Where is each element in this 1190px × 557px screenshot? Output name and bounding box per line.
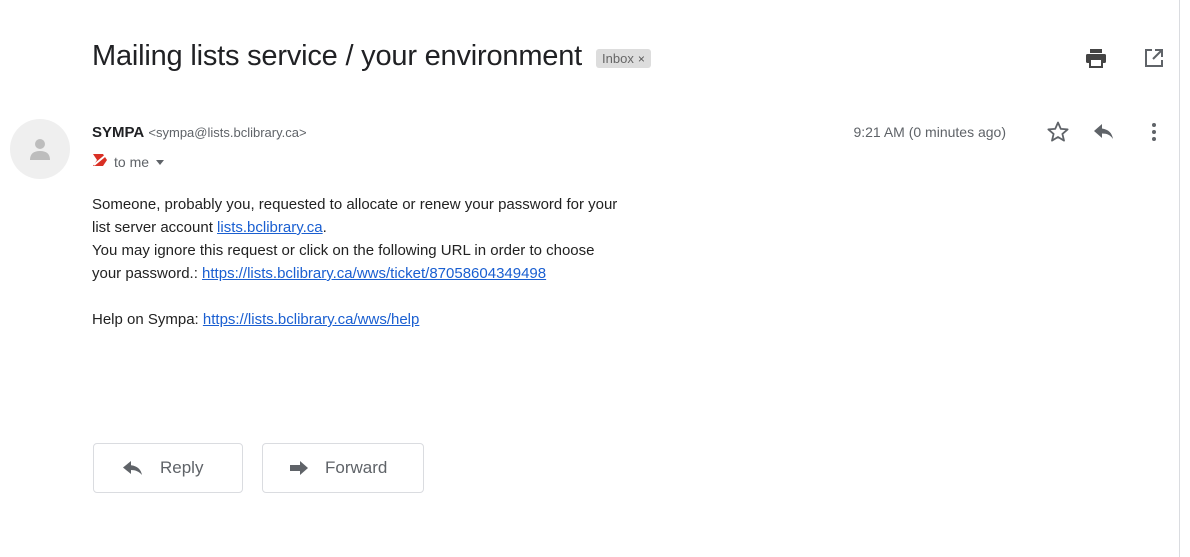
ticket-link[interactable]: https://lists.bclibrary.ca/wws/ticket/87…	[202, 265, 546, 282]
body-line: your password.: https://lists.bclibrary.…	[92, 262, 792, 285]
body-line: Someone, probably you, requested to allo…	[92, 196, 618, 213]
email-view: Mailing lists service / your environment…	[0, 0, 1190, 557]
account-link[interactable]: lists.bclibrary.ca	[217, 219, 323, 236]
person-icon	[30, 139, 50, 160]
subject-row: Mailing lists service / your environment…	[92, 40, 651, 73]
sender-email: <sympa@lists.bclibrary.ca>	[148, 125, 307, 140]
body-text: your password.:	[92, 265, 203, 282]
thread-actions	[1084, 46, 1166, 70]
star-icon[interactable]	[1046, 120, 1070, 144]
sender-name[interactable]: SYMPA	[92, 124, 144, 141]
message-body: Someone, probably you, requested to allo…	[92, 193, 792, 331]
email-subject: Mailing lists service / your environment	[92, 40, 583, 72]
message-meta: 9:21 AM (0 minutes ago)	[853, 120, 1166, 144]
sender-line: SYMPA <sympa@lists.bclibrary.ca>	[92, 124, 307, 141]
body-line: Help on Sympa: https://lists.bclibrary.c…	[92, 308, 792, 331]
reply-icon	[122, 459, 144, 477]
scrollbar-track[interactable]	[1179, 0, 1180, 557]
message-timestamp: 9:21 AM (0 minutes ago)	[853, 124, 1006, 140]
caret-down-icon[interactable]	[155, 154, 165, 170]
remove-label-icon[interactable]: ×	[638, 52, 645, 66]
reply-button[interactable]: Reply	[93, 443, 243, 493]
open-in-new-icon[interactable]	[1142, 46, 1166, 70]
sender-avatar[interactable]	[10, 119, 70, 179]
body-text: Help on Sympa:	[92, 311, 203, 328]
body-text: .	[322, 219, 327, 236]
body-line: list server account lists.bclibrary.ca.	[92, 216, 792, 239]
help-link[interactable]: https://lists.bclibrary.ca/wws/help	[203, 311, 419, 328]
not-important-marker-icon[interactable]	[92, 153, 108, 170]
label-text: Inbox	[602, 51, 634, 66]
print-icon[interactable]	[1084, 46, 1108, 70]
forward-label: Forward	[325, 458, 388, 477]
more-vert-icon[interactable]	[1142, 120, 1166, 144]
reply-label: Reply	[160, 458, 204, 477]
reply-icon[interactable]	[1092, 120, 1116, 144]
forward-icon	[289, 460, 309, 476]
recipient-line: to me	[92, 153, 165, 170]
forward-button[interactable]: Forward	[262, 443, 424, 493]
recipient-text: to me	[114, 153, 150, 170]
body-line: You may ignore this request or click on …	[92, 242, 595, 259]
inbox-label-chip[interactable]: Inbox ×	[596, 49, 651, 68]
body-text: list server account	[92, 219, 218, 236]
